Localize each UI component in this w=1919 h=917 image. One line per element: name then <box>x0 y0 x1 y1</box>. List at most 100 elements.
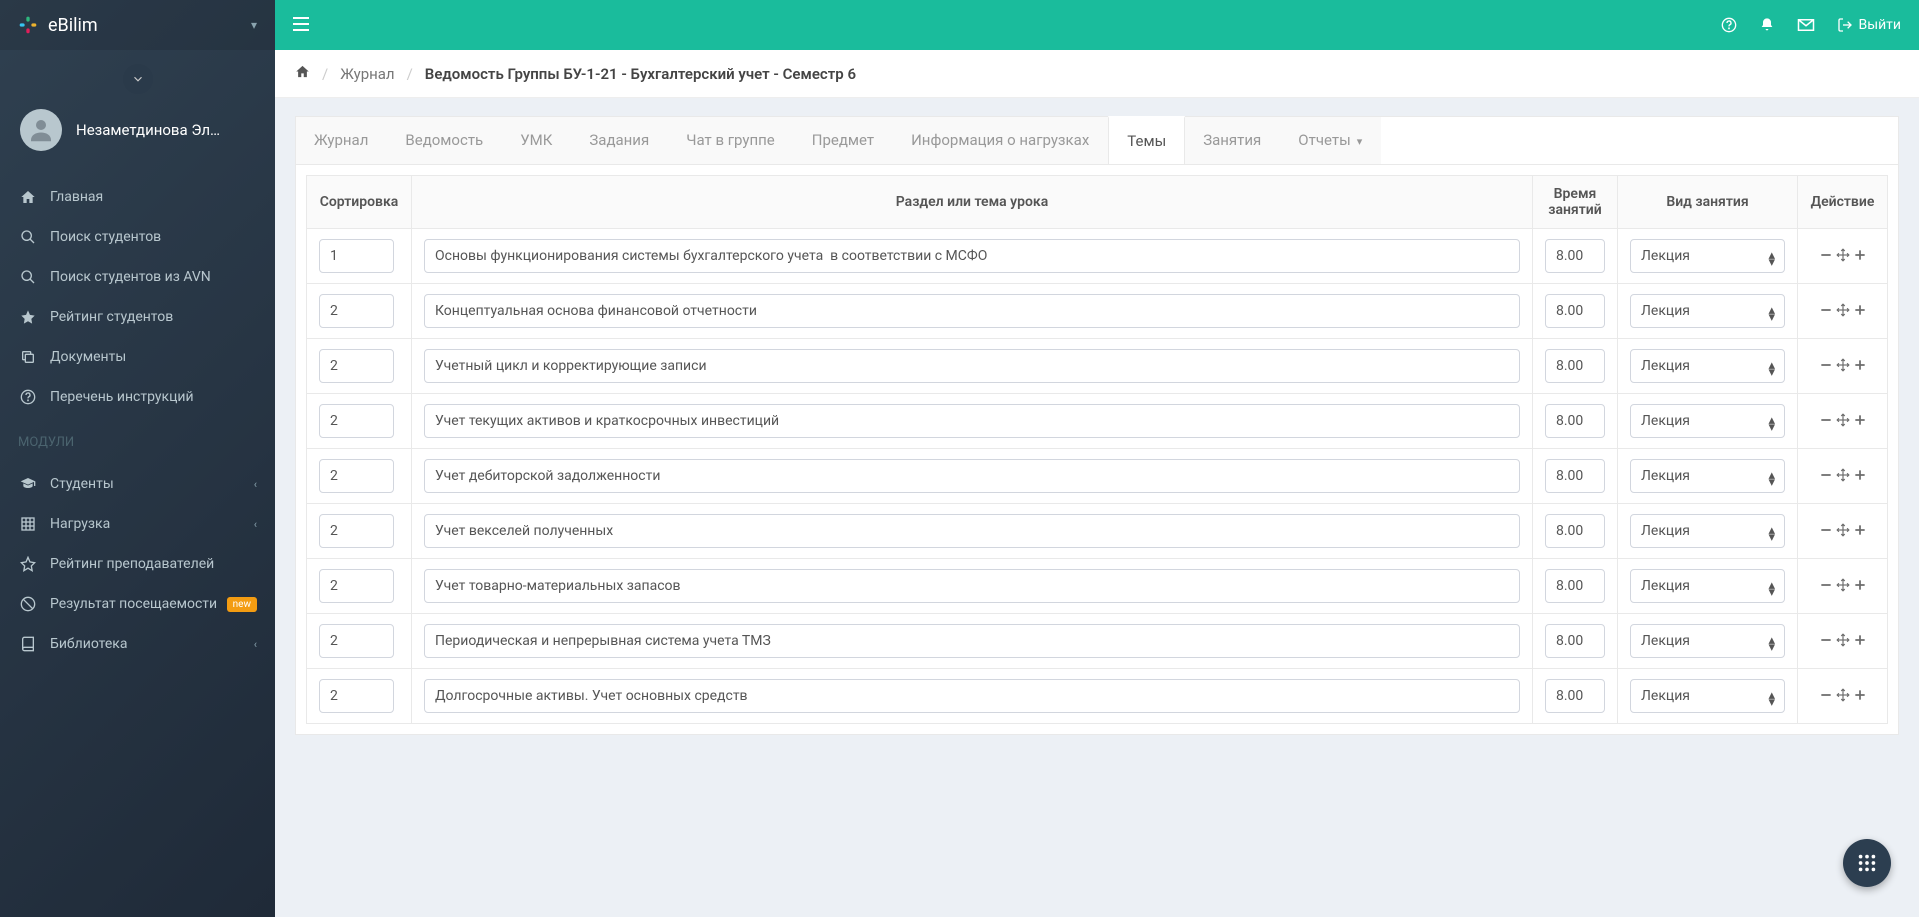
chevron-down-icon[interactable]: ▾ <box>251 18 257 32</box>
mail-icon[interactable] <box>1797 18 1815 32</box>
move-icon[interactable] <box>1836 357 1850 376</box>
sort-input[interactable] <box>319 404 394 438</box>
topic-input[interactable] <box>424 404 1520 438</box>
remove-icon[interactable] <box>1819 577 1833 596</box>
move-icon[interactable] <box>1836 522 1850 541</box>
home-icon[interactable] <box>295 64 310 83</box>
remove-icon[interactable] <box>1819 247 1833 266</box>
move-icon[interactable] <box>1836 247 1850 266</box>
time-input[interactable] <box>1545 404 1605 438</box>
add-icon[interactable] <box>1853 467 1867 486</box>
sidebar-item[interactable]: Поиск студентов из AVN <box>0 257 275 297</box>
tab[interactable]: Информация о нагрузках <box>893 117 1108 164</box>
type-select[interactable]: Лекция <box>1630 239 1785 273</box>
time-input[interactable] <box>1545 239 1605 273</box>
sidebar-item[interactable]: Главная <box>0 177 275 217</box>
type-select[interactable]: Лекция <box>1630 624 1785 658</box>
breadcrumb-journal[interactable]: Журнал <box>340 65 394 83</box>
add-icon[interactable] <box>1853 522 1867 541</box>
topic-input[interactable] <box>424 239 1520 273</box>
sidebar-brand[interactable]: eBilim ▾ <box>0 0 275 50</box>
add-icon[interactable] <box>1853 302 1867 321</box>
remove-icon[interactable] <box>1819 687 1833 706</box>
tabs: ЖурналВедомостьУМКЗаданияЧат в группеПре… <box>295 116 1899 164</box>
topic-input[interactable] <box>424 294 1520 328</box>
topic-input[interactable] <box>424 459 1520 493</box>
th-action: Действие <box>1798 176 1888 229</box>
logout-button[interactable]: Выйти <box>1837 17 1902 33</box>
sidebar-item[interactable]: Библиотека‹ <box>0 624 275 664</box>
move-icon[interactable] <box>1836 687 1850 706</box>
tab[interactable]: Ведомость <box>387 117 502 164</box>
topic-input[interactable] <box>424 679 1520 713</box>
topic-input[interactable] <box>424 569 1520 603</box>
remove-icon[interactable] <box>1819 467 1833 486</box>
table-row: Лекция▴▾ <box>307 669 1888 724</box>
tab[interactable]: Темы <box>1108 116 1185 164</box>
remove-icon[interactable] <box>1819 357 1833 376</box>
tab[interactable]: Чат в группе <box>668 117 794 164</box>
add-icon[interactable] <box>1853 412 1867 431</box>
add-icon[interactable] <box>1853 632 1867 651</box>
topic-input[interactable] <box>424 624 1520 658</box>
remove-icon[interactable] <box>1819 632 1833 651</box>
sidebar-item[interactable]: Поиск студентов <box>0 217 275 257</box>
topic-input[interactable] <box>424 514 1520 548</box>
breadcrumb-current: Ведомость Группы БУ-1-21 - Бухгалтерский… <box>425 65 856 83</box>
move-icon[interactable] <box>1836 467 1850 486</box>
move-icon[interactable] <box>1836 302 1850 321</box>
sort-input[interactable] <box>319 679 394 713</box>
type-select[interactable]: Лекция <box>1630 514 1785 548</box>
type-select[interactable]: Лекция <box>1630 404 1785 438</box>
tab[interactable]: Журнал <box>296 117 387 164</box>
menu-toggle-icon[interactable] <box>293 16 309 35</box>
user-circle-toggle[interactable] <box>123 64 153 94</box>
move-icon[interactable] <box>1836 632 1850 651</box>
sidebar-item[interactable]: Перечень инструкций <box>0 377 275 417</box>
remove-icon[interactable] <box>1819 522 1833 541</box>
time-input[interactable] <box>1545 514 1605 548</box>
help-icon[interactable] <box>1721 17 1737 33</box>
sort-input[interactable] <box>319 514 394 548</box>
bell-icon[interactable] <box>1759 17 1775 33</box>
type-select[interactable]: Лекция <box>1630 349 1785 383</box>
sort-input[interactable] <box>319 294 394 328</box>
remove-icon[interactable] <box>1819 412 1833 431</box>
time-input[interactable] <box>1545 679 1605 713</box>
sidebar-item[interactable]: Студенты‹ <box>0 464 275 504</box>
time-input[interactable] <box>1545 569 1605 603</box>
sort-input[interactable] <box>319 459 394 493</box>
type-select[interactable]: Лекция <box>1630 679 1785 713</box>
add-icon[interactable] <box>1853 247 1867 266</box>
tab[interactable]: Отчеты <box>1280 117 1381 164</box>
add-icon[interactable] <box>1853 577 1867 596</box>
time-input[interactable] <box>1545 349 1605 383</box>
sidebar-menu-modules: Студенты‹Нагрузка‹Рейтинг преподавателей… <box>0 458 275 670</box>
sort-input[interactable] <box>319 239 394 273</box>
fab-apps-button[interactable] <box>1843 839 1891 887</box>
tab[interactable]: Задания <box>571 117 668 164</box>
move-icon[interactable] <box>1836 412 1850 431</box>
sidebar-item[interactable]: Документы <box>0 337 275 377</box>
add-icon[interactable] <box>1853 357 1867 376</box>
sort-input[interactable] <box>319 569 394 603</box>
add-icon[interactable] <box>1853 687 1867 706</box>
tab[interactable]: УМК <box>502 117 571 164</box>
type-select[interactable]: Лекция <box>1630 294 1785 328</box>
time-input[interactable] <box>1545 459 1605 493</box>
tab[interactable]: Предмет <box>794 117 893 164</box>
remove-icon[interactable] <box>1819 302 1833 321</box>
time-input[interactable] <box>1545 624 1605 658</box>
type-select[interactable]: Лекция <box>1630 459 1785 493</box>
sort-input[interactable] <box>319 624 394 658</box>
tab[interactable]: Занятия <box>1185 117 1280 164</box>
sort-input[interactable] <box>319 349 394 383</box>
sidebar-item[interactable]: Рейтинг студентов <box>0 297 275 337</box>
topic-input[interactable] <box>424 349 1520 383</box>
sidebar-item[interactable]: Нагрузка‹ <box>0 504 275 544</box>
move-icon[interactable] <box>1836 577 1850 596</box>
type-select[interactable]: Лекция <box>1630 569 1785 603</box>
sidebar-item[interactable]: Результат посещаемостиnew <box>0 584 275 624</box>
sidebar-item[interactable]: Рейтинг преподавателей <box>0 544 275 584</box>
time-input[interactable] <box>1545 294 1605 328</box>
